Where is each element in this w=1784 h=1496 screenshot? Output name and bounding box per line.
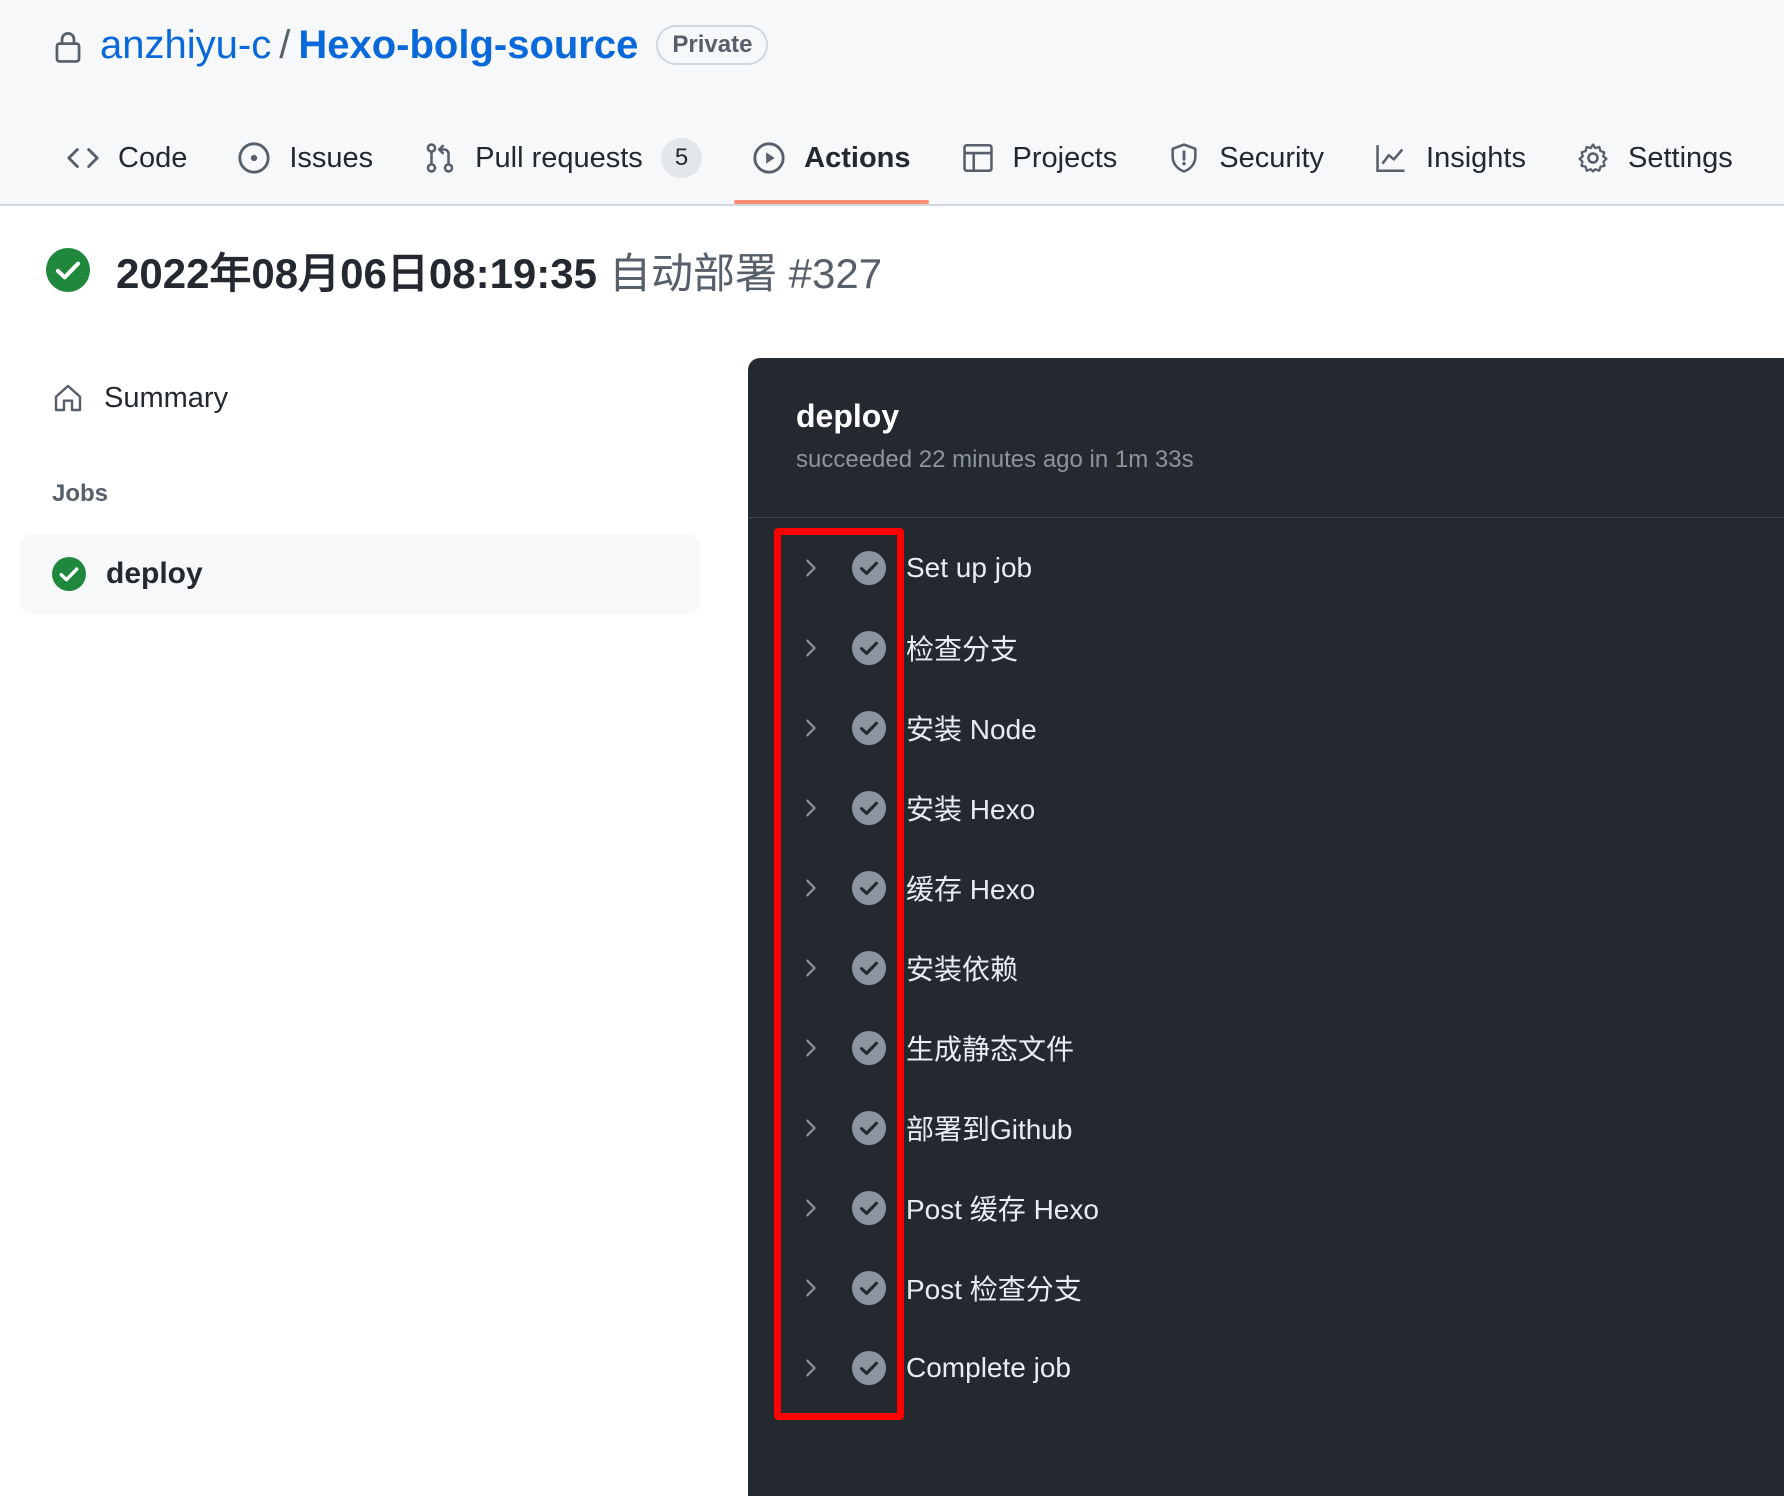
tab-projects[interactable]: Projects (943, 128, 1136, 188)
repo-separator: / (279, 22, 291, 67)
step-check-icon (852, 1031, 886, 1065)
chevron-right-icon[interactable] (800, 1197, 822, 1219)
job-step-label: 部署到Github (906, 1114, 1073, 1145)
repo-owner-link[interactable]: anzhiyu-c (100, 23, 271, 68)
job-step-label: Set up job (906, 552, 1033, 583)
tab-security[interactable]: Security (1149, 128, 1342, 188)
step-check-icon (852, 551, 886, 585)
job-step[interactable]: 部署到Github (748, 1088, 1784, 1168)
tab-actions[interactable]: Actions (734, 128, 929, 204)
play-icon (753, 142, 785, 174)
job-status-text: succeeded 22 minutes ago in 1m 33s (796, 446, 1194, 473)
tab-label: Code (118, 141, 188, 174)
tab-pull-requests[interactable]: Pull requests 5 (405, 128, 720, 188)
job-step-label: Post 缓存 Hexo (906, 1194, 1099, 1225)
step-check-icon (852, 951, 886, 985)
step-check-icon (852, 1191, 886, 1225)
shield-icon (1171, 143, 1197, 173)
step-check-icon (852, 1271, 886, 1305)
job-step[interactable]: 安装 Node (748, 688, 1784, 768)
tab-label: Pull requests (475, 141, 643, 174)
repo-nav-tabs: Code Issues Pull requests 5 Actions Proj… (48, 128, 1765, 206)
pull-request-icon (426, 143, 454, 173)
step-check-icon (852, 1351, 886, 1385)
chevron-right-icon[interactable] (800, 1277, 822, 1299)
tab-issues[interactable]: Issues (219, 128, 391, 188)
chevron-right-icon[interactable] (800, 717, 822, 739)
sidebar-summary-label: Summary (104, 381, 229, 414)
job-panel-header: deploy succeeded 22 minutes ago in 1m 33… (748, 358, 1784, 518)
tab-label: Issues (289, 141, 374, 174)
jobs-heading: Jobs (52, 480, 109, 507)
tab-label: Projects (1012, 141, 1118, 174)
chevron-right-icon[interactable] (800, 797, 822, 819)
step-check-icon (852, 711, 886, 745)
job-step[interactable]: 缓存 Hexo (748, 848, 1784, 928)
tab-label: Settings (1628, 141, 1733, 174)
success-check-icon (52, 557, 86, 591)
job-step[interactable]: 生成静态文件 (748, 1008, 1784, 1088)
job-step[interactable]: Set up job (748, 528, 1784, 608)
success-check-icon (46, 248, 90, 292)
repo-name-link[interactable]: Hexo-bolg-source (298, 23, 638, 68)
step-check-icon (852, 871, 886, 905)
chevron-right-icon[interactable] (800, 1037, 822, 1059)
job-step[interactable]: Complete job (748, 1328, 1784, 1408)
chevron-right-icon[interactable] (800, 557, 822, 579)
tab-code[interactable]: Code (48, 128, 205, 188)
chevron-right-icon[interactable] (800, 1117, 822, 1139)
job-step-label: 安装 Hexo (906, 794, 1036, 825)
chevron-right-icon[interactable] (800, 877, 822, 899)
code-icon (67, 148, 99, 168)
sidebar-summary-link[interactable]: Summary (52, 378, 228, 418)
tab-settings[interactable]: Settings (1558, 128, 1751, 188)
job-step[interactable]: Post 缓存 Hexo (748, 1168, 1784, 1248)
repo-title: anzhiyu-c / Hexo-bolg-source Private (54, 18, 769, 72)
run-title: 2022年08月06日08:19:35 自动部署 #327 (46, 244, 882, 297)
job-step-label: 安装 Node (906, 714, 1037, 745)
job-step[interactable]: 检查分支 (748, 608, 1784, 688)
sidebar-job-label: deploy (106, 557, 203, 590)
job-step-label: Post 检查分支 (906, 1274, 1082, 1305)
table-icon (962, 143, 993, 173)
step-check-icon (852, 631, 886, 665)
chevron-right-icon[interactable] (800, 1357, 822, 1379)
run-name: 2022年08月06日08:19:35 (116, 249, 597, 297)
tab-label: Actions (804, 141, 911, 174)
issue-icon (238, 142, 270, 174)
chevron-right-icon[interactable] (800, 637, 822, 659)
visibility-badge: Private (656, 25, 769, 65)
lock-icon (55, 32, 81, 63)
home-icon (54, 384, 82, 412)
job-step-label: 安装依赖 (906, 954, 1019, 985)
job-step[interactable]: Post 检查分支 (748, 1248, 1784, 1328)
tab-label: Insights (1426, 141, 1526, 174)
job-step[interactable]: 安装 Hexo (748, 768, 1784, 848)
job-steps-list: Set up job 检查分支 安装 Node 安装 Hexo 缓存 Hexo (748, 528, 1784, 1408)
job-name: deploy (796, 398, 900, 434)
step-check-icon (852, 1111, 886, 1145)
job-step-label: 检查分支 (906, 634, 1019, 665)
repo-header: anzhiyu-c / Hexo-bolg-source Private Cod… (0, 0, 1784, 206)
tab-label: Security (1219, 141, 1325, 174)
graph-icon (1376, 145, 1405, 173)
gear-icon (1578, 143, 1608, 173)
job-step-label: 生成静态文件 (906, 1034, 1075, 1065)
job-step-label: Complete job (906, 1352, 1071, 1383)
job-log-panel: deploy succeeded 22 minutes ago in 1m 33… (748, 358, 1784, 1496)
sidebar-job-deploy[interactable]: deploy (20, 534, 700, 614)
run-workflow-number: 自动部署 #327 (609, 249, 883, 297)
chevron-right-icon[interactable] (800, 957, 822, 979)
tab-insights[interactable]: Insights (1356, 128, 1544, 188)
step-check-icon (852, 791, 886, 825)
pull-requests-count: 5 (660, 137, 703, 179)
job-step-label: 缓存 Hexo (906, 874, 1036, 905)
job-step[interactable]: 安装依赖 (748, 928, 1784, 1008)
